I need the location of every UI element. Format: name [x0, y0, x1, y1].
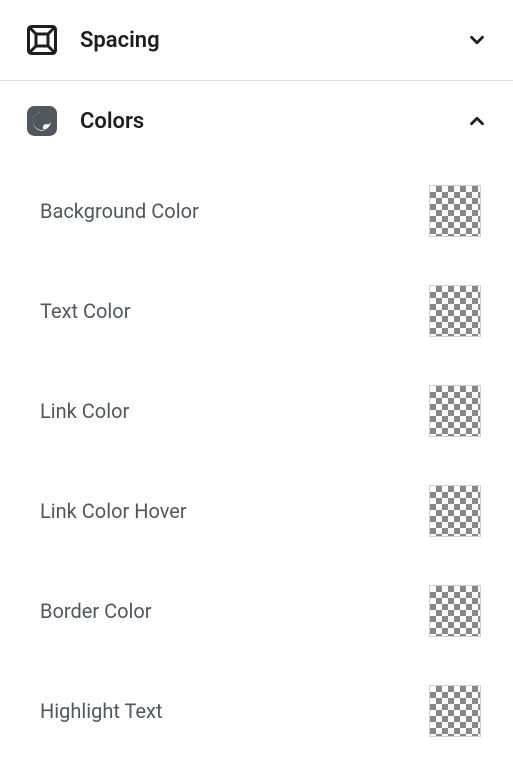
color-swatch-link[interactable] [429, 385, 481, 437]
color-label: Link Color [40, 399, 129, 423]
color-row-highlight-text: Highlight Text [0, 661, 513, 761]
color-swatch-border[interactable] [429, 585, 481, 637]
color-swatch-background[interactable] [429, 185, 481, 237]
colors-section-title: Colors [80, 109, 465, 134]
color-row-background: Background Color [0, 161, 513, 261]
chevron-up-icon [465, 109, 489, 133]
color-swatch-text[interactable] [429, 285, 481, 337]
settings-panel: Spacing Colors B [0, 0, 513, 781]
color-label: Highlight Text [40, 699, 163, 723]
chevron-down-icon [465, 28, 489, 52]
color-label: Link Color Hover [40, 499, 187, 523]
color-row-link: Link Color [0, 361, 513, 461]
color-label: Text Color [40, 299, 130, 323]
spacing-icon [24, 22, 60, 58]
color-swatch-highlight-text[interactable] [429, 685, 481, 737]
color-row-text: Text Color [0, 261, 513, 361]
spacing-section-title: Spacing [80, 28, 465, 53]
colors-section-body: Background Color Text Color Link Color L… [0, 161, 513, 781]
color-label: Background Color [40, 199, 199, 223]
palette-icon [24, 103, 60, 139]
color-label: Border Color [40, 599, 152, 623]
color-swatch-link-hover[interactable] [429, 485, 481, 537]
colors-section-header[interactable]: Colors [0, 81, 513, 161]
color-row-link-hover: Link Color Hover [0, 461, 513, 561]
spacing-section-header[interactable]: Spacing [0, 0, 513, 80]
color-row-border: Border Color [0, 561, 513, 661]
